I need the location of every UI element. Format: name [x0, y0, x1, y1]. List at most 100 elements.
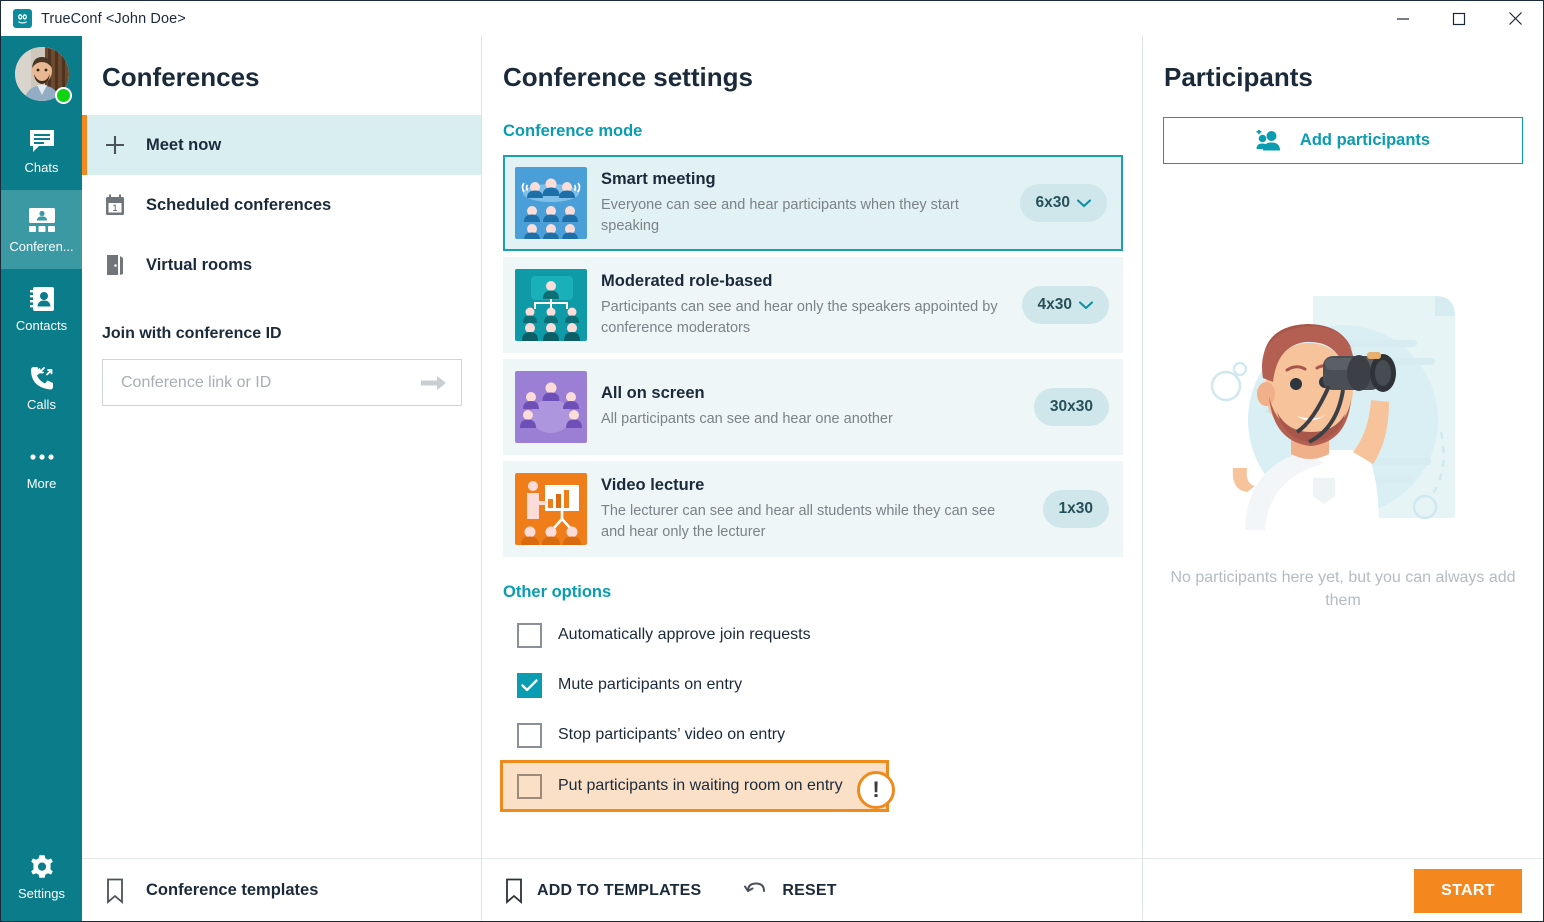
other-options-label: Other options — [503, 583, 612, 601]
close-icon[interactable] — [1487, 1, 1543, 36]
rail-label-calls: Calls — [27, 397, 56, 412]
mode-capacity-dropdown-smart-meeting[interactable]: 6x30 — [1019, 184, 1107, 222]
warning-exclamation-badge: ! — [857, 771, 895, 809]
mode-capacity-all-on-screen: 30x30 — [1033, 388, 1109, 426]
avatar-container[interactable] — [1, 36, 82, 111]
participants-panel: Participants Add participants No partici… — [1143, 36, 1543, 921]
checkbox-auto-approve-join-requests[interactable] — [517, 622, 542, 648]
rail-item-contacts[interactable]: Contacts — [1, 269, 82, 348]
join-conference-field[interactable] — [102, 359, 462, 406]
nav-label-meet-now: Meet now — [146, 135, 222, 154]
arrow-right-icon[interactable] — [421, 374, 447, 392]
option-stop-participants-video-on-entry[interactable]: Stop participants’ video on entry — [503, 710, 892, 760]
rail-label-conferences: Conferen... — [9, 239, 74, 254]
chevron-down-icon — [1079, 300, 1093, 310]
mode-card-video-lecture[interactable]: Video lecture The lecturer can see and h… — [503, 461, 1123, 557]
mode-text-video-lecture: Video lecture The lecturer can see and h… — [601, 476, 1043, 542]
conference-templates-button[interactable]: Conference templates — [82, 858, 481, 921]
moderated-role-based-thumb — [515, 269, 587, 341]
chat-bubble-icon — [28, 126, 56, 156]
mode-capacity-video-lecture: 1x30 — [1042, 490, 1109, 528]
start-button[interactable]: START — [1414, 868, 1522, 913]
title-bar-left: TrueConf <John Doe> — [1, 9, 1375, 28]
option-auto-approve-join-requests[interactable]: Automatically approve join requests — [503, 610, 892, 660]
conferences-nav-list: Meet now 1 Scheduled conferences Virtual… — [82, 115, 481, 295]
option-put-participants-in-waiting-room-on-entry[interactable]: Put participants in waiting room on entr… — [500, 760, 889, 812]
mode-capacity-value-smart-meeting: 6x30 — [1035, 194, 1070, 211]
rail-item-conferences[interactable]: Conferen... — [1, 190, 82, 269]
participants-empty-text: No participants here yet, but you can al… — [1170, 569, 1516, 610]
add-to-templates-label: ADD TO TEMPLATES — [537, 881, 702, 899]
participants-bottom-bar: START — [1143, 858, 1543, 921]
mode-name-smart-meeting: Smart meeting — [601, 169, 716, 188]
rail-item-chats[interactable]: Chats — [1, 111, 82, 190]
mode-capacity-value-video-lecture: 1x30 — [1058, 500, 1093, 517]
rail-item-settings[interactable]: Settings — [1, 837, 82, 916]
calendar-icon: 1 — [102, 193, 128, 217]
rail-label-more: More — [26, 476, 57, 491]
plus-icon — [102, 133, 128, 157]
door-icon — [102, 253, 128, 277]
mode-capacity-dropdown-moderated-role-based[interactable]: 4x30 — [1021, 286, 1109, 324]
mode-card-smart-meeting[interactable]: Smart meeting Everyone can see and hear … — [503, 155, 1123, 251]
settings-bottom-bar: ADD TO TEMPLATES RESET — [482, 858, 1142, 921]
conferences-panel: Conferences Meet now 1 Scheduled confere… — [82, 36, 482, 921]
mode-desc-video-lecture: The lecturer can see and hear all studen… — [601, 502, 996, 540]
participants-title: Participants — [1164, 62, 1313, 92]
add-participants-label: Add participants — [1299, 131, 1431, 149]
bookmark-icon — [102, 878, 128, 904]
title-bar: TrueConf <John Doe> — [1, 1, 1543, 36]
presence-online-indicator — [55, 87, 72, 104]
ellipsis-icon — [28, 442, 56, 472]
option-label-stop-participants-video-on-entry: Stop participants’ video on entry — [558, 726, 786, 743]
mode-text-smart-meeting: Smart meeting Everyone can see and hear … — [601, 170, 1020, 236]
add-person-icon — [1256, 129, 1284, 152]
option-label-mute-participants-on-entry: Mute participants on entry — [558, 676, 743, 693]
conference-settings-panel: Conference settings Conference mode Smar… — [482, 36, 1143, 921]
checkbox-put-participants-in-waiting-room-on-entry[interactable] — [517, 773, 542, 799]
rail-item-more[interactable]: More — [1, 427, 82, 506]
mode-name-moderated-role-based: Moderated role-based — [601, 271, 773, 290]
conference-id-input[interactable] — [121, 373, 421, 392]
conference-templates-label: Conference templates — [146, 881, 319, 899]
rail-item-calls[interactable]: Calls — [1, 348, 82, 427]
add-to-templates-button[interactable]: ADD TO TEMPLATES — [482, 878, 701, 904]
mode-desc-smart-meeting: Everyone can see and hear participants w… — [601, 196, 959, 234]
nav-item-virtual-rooms[interactable]: Virtual rooms — [82, 235, 481, 295]
nav-item-meet-now[interactable]: Meet now — [82, 115, 481, 175]
mode-desc-all-on-screen: All participants can see and hear one an… — [601, 411, 893, 428]
primary-nav-rail: Chats Conferen... Contacts Calls More Se… — [1, 36, 82, 921]
contacts-book-icon — [28, 284, 56, 314]
conference-mode-list: Smart meeting Everyone can see and hear … — [503, 155, 1123, 557]
nav-label-virtual-rooms: Virtual rooms — [146, 255, 253, 274]
undo-icon — [744, 880, 768, 902]
checkbox-stop-participants-video-on-entry[interactable] — [517, 722, 542, 748]
svg-text:1: 1 — [112, 203, 117, 213]
gear-icon — [27, 852, 57, 882]
mode-capacity-value-moderated-role-based: 4x30 — [1037, 296, 1072, 313]
option-mute-participants-on-entry[interactable]: Mute participants on entry — [503, 660, 892, 710]
mode-name-video-lecture: Video lecture — [601, 475, 705, 494]
maximize-icon[interactable] — [1431, 1, 1487, 36]
checkbox-mute-participants-on-entry[interactable] — [517, 672, 542, 698]
video-lecture-thumb — [515, 473, 587, 545]
option-label-auto-approve-join-requests: Automatically approve join requests — [558, 626, 811, 643]
mode-card-moderated-role-based[interactable]: Moderated role-based Participants can se… — [503, 257, 1123, 353]
phone-calls-icon — [28, 363, 56, 393]
add-participants-button[interactable]: Add participants — [1163, 117, 1523, 164]
rail-label-settings: Settings — [18, 886, 65, 901]
conference-settings-title: Conference settings — [503, 62, 753, 92]
trueconf-logo-icon — [13, 9, 32, 28]
conference-icon — [27, 205, 57, 235]
nav-item-scheduled-conferences[interactable]: 1 Scheduled conferences — [82, 175, 481, 235]
chevron-down-icon — [1077, 198, 1091, 208]
minimize-icon[interactable] — [1375, 1, 1431, 36]
all-on-screen-thumb — [515, 371, 587, 443]
mode-text-moderated-role-based: Moderated role-based Participants can se… — [601, 272, 1022, 338]
window-controls — [1375, 1, 1543, 36]
reset-button[interactable]: RESET — [701, 880, 837, 902]
page-title: Conferences — [102, 62, 260, 92]
conference-mode-label: Conference mode — [503, 122, 643, 140]
mode-card-all-on-screen[interactable]: All on screen All participants can see a… — [503, 359, 1123, 455]
mode-desc-moderated-role-based: Participants can see and hear only the s… — [601, 298, 998, 336]
